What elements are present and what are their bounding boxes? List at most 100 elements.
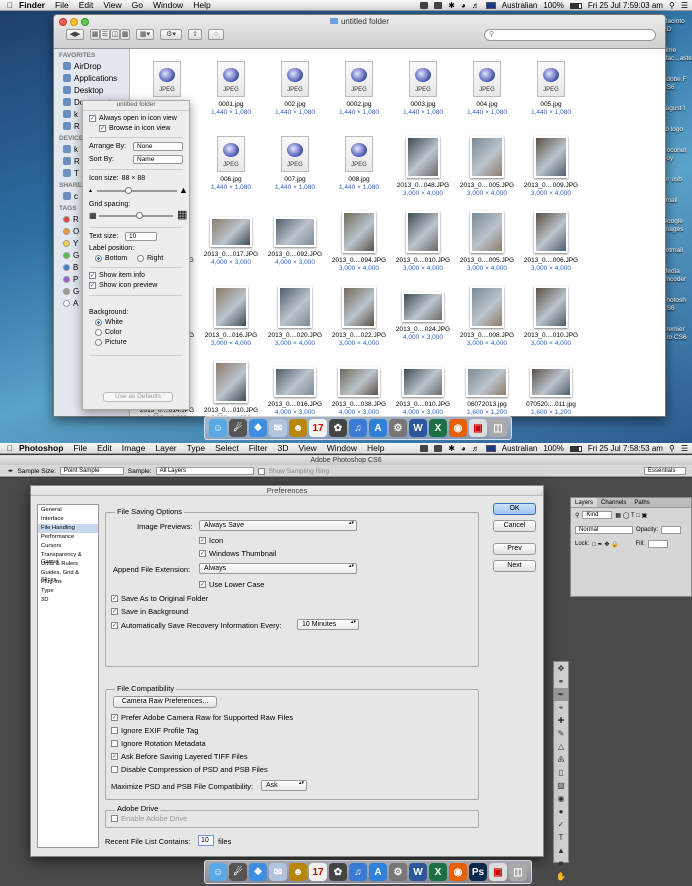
label-right-radio[interactable]: Right — [137, 255, 163, 262]
tab-layers[interactable]: Layers — [571, 498, 598, 507]
pen-tool-icon[interactable]: ✓ — [554, 818, 568, 831]
dropbox-icon[interactable] — [420, 445, 429, 452]
tab-paths[interactable]: Paths — [630, 498, 653, 507]
menu-filter[interactable]: Filter — [249, 443, 268, 453]
file-item[interactable]: JPEG 004.jpg 1,440 × 1,080 — [457, 61, 517, 116]
file-item[interactable]: 2013_0....038.JPG 4,000 × 3,000 — [329, 361, 389, 416]
desktop-icon-label[interactable]: Time Mac...aster — [662, 47, 692, 63]
use-as-defaults-button[interactable]: Use as Defaults — [103, 392, 173, 402]
file-item[interactable]: 2013_0....010.JPG3,000 × 4,000 — [201, 361, 261, 416]
spotlight-icon[interactable]: ⚲ — [669, 1, 675, 10]
tags-icon[interactable]: ◌ — [208, 29, 224, 40]
windows-thumbnail-checkbox[interactable]: ✓ Windows Thumbnail — [199, 549, 276, 558]
dock-itunes-icon[interactable]: ♫ — [349, 419, 367, 437]
wifi-icon[interactable]: ◕ — [461, 444, 466, 453]
file-item[interactable]: 2013_0....094.JPG 3,000 × 4,000 — [329, 211, 389, 272]
file-item[interactable]: JPEG 005.jpg 1,440 × 1,080 — [521, 61, 581, 116]
dock-mail-icon[interactable]: ✉ — [269, 419, 287, 437]
file-item[interactable]: 2013_0....005.JPG 3,000 × 4,000 — [457, 211, 517, 272]
dock-system-preferences-icon[interactable]: ⚙ — [389, 419, 407, 437]
dock-contacts-icon[interactable]: ☻ — [289, 863, 307, 881]
desktop-icon-label[interactable]: gmail — [662, 197, 692, 205]
sidebar-item[interactable]: Desktop — [54, 84, 129, 96]
icon-size-slider-knob[interactable] — [125, 187, 132, 194]
timemachine-icon[interactable] — [434, 445, 443, 452]
dock-excel-icon[interactable]: X — [429, 863, 447, 881]
menu-view[interactable]: View — [103, 0, 121, 10]
menu-3d[interactable]: 3D — [278, 443, 289, 453]
dock-system-preferences-icon[interactable]: ⚙ — [389, 863, 407, 881]
file-item[interactable]: 2013_0....092.JPG 4,000 × 3,000 — [265, 211, 325, 266]
menu-type[interactable]: Type — [187, 443, 205, 453]
flag-icon[interactable] — [485, 445, 496, 452]
tab-channels[interactable]: Channels — [597, 498, 630, 507]
disable-compression-checkbox[interactable]: Disable Compression of PSD and PSB Files — [111, 765, 268, 774]
category-item[interactable]: General — [38, 506, 98, 515]
category-item[interactable]: Units & Rulers — [38, 560, 98, 569]
dock-trash-icon[interactable]: ◫ — [509, 863, 527, 881]
menu-image[interactable]: Image — [122, 443, 146, 453]
next-button[interactable]: Next — [493, 560, 536, 572]
clock[interactable]: Fri 25 Jul 7:58:53 am — [588, 444, 663, 453]
dock-safari-icon[interactable]: ❖ — [249, 863, 267, 881]
eraser-tool-icon[interactable]: ▯ — [554, 766, 568, 779]
type-tool-icon[interactable]: T — [554, 831, 568, 844]
show-item-info-checkbox[interactable]: ✓ Show item info — [89, 272, 145, 279]
file-item[interactable]: 2013_0....020.JPG 3,000 × 4,000 — [265, 286, 325, 347]
sampling-ring-checkbox[interactable] — [257, 467, 265, 475]
category-item[interactable]: Cursors — [38, 542, 98, 551]
healing-tool-icon[interactable]: ✚ — [554, 714, 568, 727]
category-item[interactable]: Guides, Grid & Slices — [38, 569, 98, 583]
file-item[interactable]: 2013_0....009.JPG 3,000 × 4,000 — [521, 136, 581, 197]
eyedropper-tool-icon[interactable]: ✒ — [554, 688, 568, 701]
volume-icon[interactable]: ♬ — [472, 1, 480, 10]
path-select-icon[interactable]: ▲ — [554, 844, 568, 857]
dock-calendar-icon[interactable]: 17 — [309, 863, 327, 881]
desktop-icon-label[interactable]: Coconut Boy — [662, 147, 692, 163]
battery-percent[interactable]: 100% — [543, 1, 563, 10]
file-item[interactable]: JPEG 0001.jpg 1,440 × 1,080 — [201, 61, 261, 116]
battery-percent[interactable]: 100% — [543, 444, 563, 453]
browse-checkbox[interactable]: ✓ Browse in icon view — [99, 125, 170, 132]
volume-icon[interactable]: ♬ — [472, 444, 480, 453]
dock-safari-icon[interactable]: ❖ — [249, 419, 267, 437]
opacity-input[interactable] — [661, 526, 682, 534]
category-item[interactable]: 3D — [38, 596, 98, 605]
blend-mode-select[interactable]: Normal — [575, 526, 633, 534]
dock-firefox-icon[interactable]: ◉ — [449, 419, 467, 437]
menu-file[interactable]: File — [55, 0, 69, 10]
label-bottom-radio[interactable]: Bottom — [95, 255, 127, 262]
file-item[interactable]: 2013_0....022.JPG 3,000 × 4,000 — [329, 286, 389, 347]
desktop-icon-label[interactable]: cb logo — [662, 126, 692, 134]
lower-case-checkbox[interactable]: ✓ Use Lower Case — [199, 580, 264, 589]
file-item[interactable]: 2013_0....005.JPG 3,000 × 4,000 — [457, 136, 517, 197]
maximize-compat-select[interactable]: Ask — [261, 780, 307, 791]
category-item[interactable]: Performance — [38, 533, 98, 542]
bg-white-radio[interactable]: White — [95, 319, 123, 326]
category-item[interactable]: Transparency & Gamut — [38, 551, 98, 565]
file-item[interactable]: JPEG 002.jpg 1,440 × 1,080 — [265, 61, 325, 116]
kind-select[interactable]: Kind — [582, 511, 613, 519]
share-icon[interactable]: ⇧ — [188, 29, 202, 40]
dock-calendar-icon[interactable]: 17 — [309, 419, 327, 437]
ignore-exif-checkbox[interactable]: Ignore EXIF Profile Tag — [111, 726, 198, 735]
icon-size-slider[interactable] — [97, 187, 177, 194]
arrange-select[interactable]: None — [133, 142, 183, 151]
dock-finder-icon[interactable]: ☺ — [209, 863, 227, 881]
view-column-button[interactable]: ◫ — [110, 29, 120, 40]
file-item[interactable]: 2013_0....006.JPG 3,000 × 4,000 — [521, 211, 581, 272]
sample-select[interactable]: All Layers — [155, 467, 254, 475]
hand-tool-icon[interactable]: ✋ — [554, 870, 568, 883]
camera-raw-prefs-button[interactable]: Camera Raw Preferences... — [113, 696, 217, 708]
category-item[interactable]: Type — [38, 587, 98, 596]
notification-icon[interactable]: ☰ — [681, 1, 688, 10]
file-item[interactable]: 2013_0....024.JPG 4,000 × 3,000 — [393, 286, 453, 341]
file-item[interactable]: 2013_0...016.JPG 3,000 × 4,000 — [201, 286, 261, 347]
desktop-icon-label[interactable]: Adobe F CS6 — [662, 76, 692, 92]
battery-icon[interactable] — [569, 2, 582, 9]
wifi-icon[interactable]: ◕ — [461, 1, 466, 10]
file-item[interactable]: JPEG 007.jpg 1,440 × 1,080 — [265, 136, 325, 191]
file-item[interactable]: 2013_0....017.JPG 4,000 × 3,000 — [201, 211, 261, 266]
menu-file[interactable]: File — [73, 443, 87, 453]
recent-files-input[interactable]: 10 — [198, 835, 214, 846]
